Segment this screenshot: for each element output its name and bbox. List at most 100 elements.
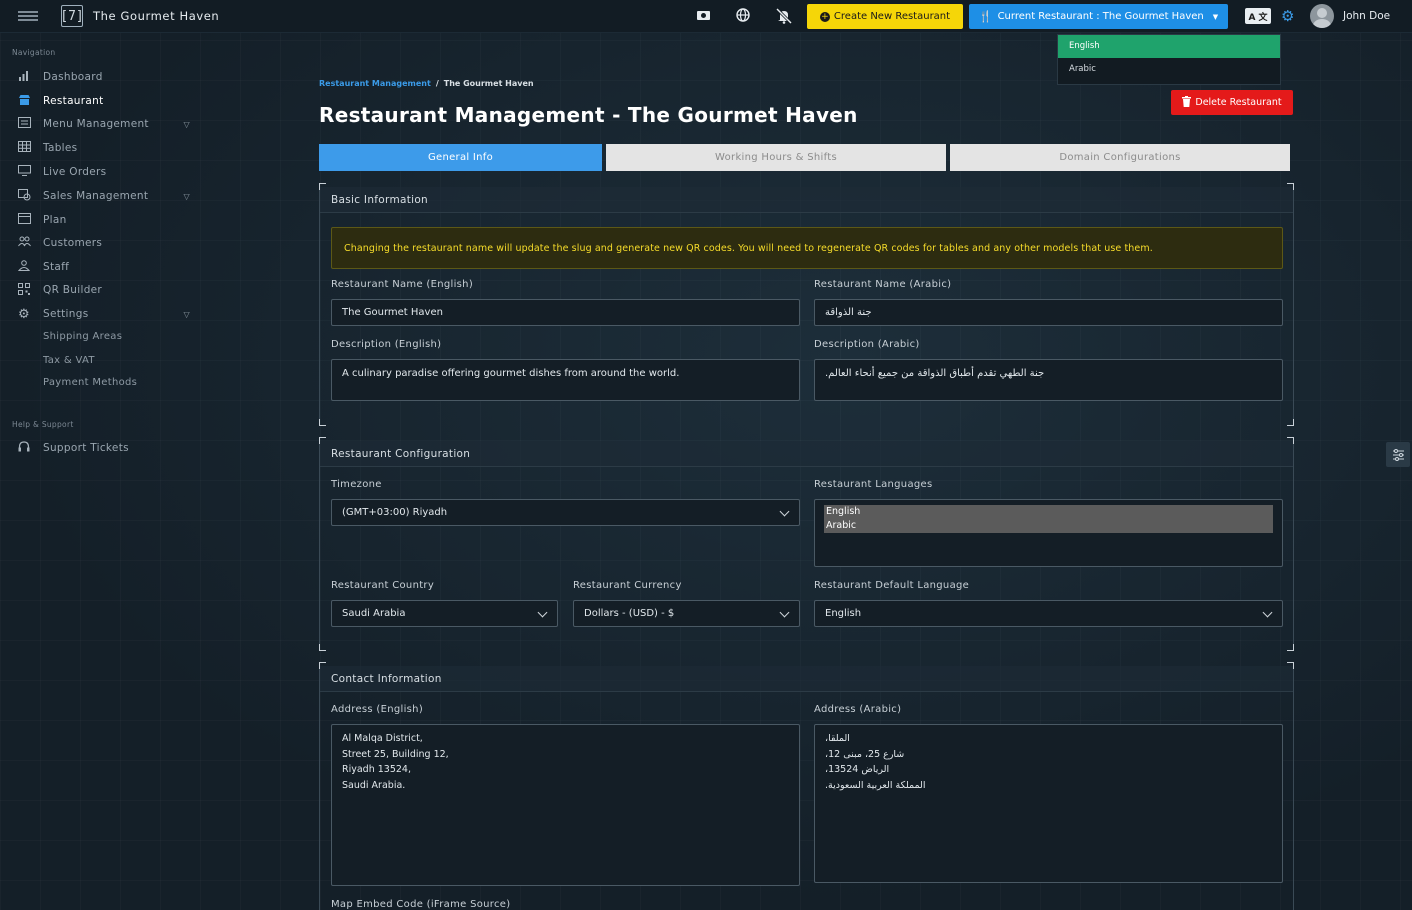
language-option[interactable]: Arabic — [824, 519, 1273, 533]
store-icon — [16, 94, 32, 109]
sidebar-item-label: Restaurant — [43, 95, 104, 107]
currency-value: Dollars - (USD) - $ — [584, 608, 675, 619]
breadcrumb-link[interactable]: Restaurant Management — [319, 79, 431, 88]
create-restaurant-button[interactable]: + Create New Restaurant — [807, 4, 963, 29]
language-option-english[interactable]: English — [1058, 35, 1280, 58]
chevron-down-icon — [1262, 607, 1273, 618]
address-en-label: Address (English) — [331, 704, 424, 715]
calendar-icon — [16, 213, 32, 227]
name-en-label: Restaurant Name (English) — [331, 279, 474, 290]
section-title: Basic Information — [320, 187, 1293, 213]
country-label: Restaurant Country — [331, 580, 435, 591]
sidebar-item-support-tickets[interactable]: Support Tickets — [16, 439, 196, 457]
map-embed-label: Map Embed Code (iFrame Source) — [331, 899, 511, 910]
name-en-input[interactable]: The Gourmet Haven — [331, 299, 800, 326]
create-restaurant-label: Create New Restaurant — [833, 11, 951, 22]
sidebar-item-menu-management[interactable]: Menu Management ▽ — [16, 115, 196, 133]
utensils-icon: 🍴 — [978, 10, 993, 23]
chevron-down-icon[interactable]: ▽ — [184, 120, 190, 129]
delete-restaurant-label: Delete Restaurant — [1195, 97, 1282, 108]
address-en-textarea[interactable]: Al Malqa District, Street 25, Building 1… — [331, 724, 800, 886]
timezone-label: Timezone — [331, 479, 382, 490]
address-ar-textarea[interactable]: الملقا، شارع 25، مبنى 12، الرياض 13524، … — [814, 724, 1283, 883]
language-switch-button[interactable]: A 文 — [1245, 8, 1271, 24]
default-language-value: English — [825, 608, 862, 619]
sidebar-item-restaurant[interactable]: Restaurant — [16, 92, 196, 110]
desc-ar-input[interactable]: جنة الطهي تقدم أطباق الذواقة من جميع أنح… — [814, 359, 1283, 401]
sidebar-item-dashboard[interactable]: Dashboard — [16, 68, 196, 86]
tab-domain-configurations[interactable]: Domain Configurations — [950, 144, 1290, 171]
brand-logo: [7] — [60, 5, 84, 27]
sidebar-item-settings[interactable]: ⚙ Settings ▽ — [16, 305, 196, 323]
bell-off-icon[interactable] — [775, 7, 793, 26]
user-name[interactable]: John Doe — [1343, 10, 1390, 22]
sidebar-item-label: Menu Management — [43, 118, 149, 130]
sidebar-item-label: Live Orders — [43, 166, 107, 178]
delete-restaurant-button[interactable]: Delete Restaurant — [1171, 90, 1293, 115]
sidebar-item-label: QR Builder — [43, 284, 103, 296]
address-line: شارع 25، مبنى 12، — [825, 748, 905, 760]
bar-chart-icon — [16, 70, 32, 84]
trash-icon — [1182, 95, 1192, 110]
chevron-down-icon — [779, 607, 790, 618]
currency-select[interactable]: Dollars - (USD) - $ — [573, 600, 800, 627]
sidebar-item-qr-builder[interactable]: QR Builder — [16, 281, 196, 299]
hamburger-menu-icon[interactable] — [18, 11, 38, 21]
sidebar-item-live-orders[interactable]: Live Orders — [16, 163, 196, 181]
sliders-icon[interactable] — [1386, 442, 1410, 467]
tab-general-info[interactable]: General Info — [319, 144, 602, 171]
name-ar-label: Restaurant Name (Arabic) — [814, 279, 952, 290]
camera-icon[interactable] — [694, 8, 712, 26]
monitor-icon — [16, 165, 32, 179]
sidebar-item-label: Tables — [43, 142, 78, 154]
globe-icon[interactable] — [734, 8, 752, 26]
current-restaurant-dropdown[interactable]: 🍴 Current Restaurant : The Gourmet Haven… — [969, 4, 1228, 29]
sidebar-item-label: Support Tickets — [43, 442, 129, 454]
sidebar: Navigation Dashboard Restaurant Menu Man… — [0, 34, 210, 910]
sidebar-item-plan[interactable]: Plan — [16, 211, 196, 229]
top-bar: [7] The Gourmet Haven + Create New Resta… — [0, 0, 1412, 33]
language-menu: English Arabic — [1057, 34, 1281, 85]
table-grid-icon — [16, 141, 32, 155]
breadcrumb-separator: / — [435, 79, 439, 88]
desc-en-input[interactable]: A culinary paradise offering gourmet dis… — [331, 359, 800, 401]
basic-information-section: Basic Information Changing the restauran… — [319, 183, 1294, 426]
sidebar-sub-item-payment-methods[interactable]: Payment Methods — [43, 377, 137, 388]
address-line: الملقا، — [825, 733, 850, 744]
address-line: Street 25, Building 12, — [342, 748, 449, 760]
qr-icon — [16, 282, 32, 298]
chevron-down-icon[interactable]: ▽ — [184, 192, 190, 201]
sidebar-sub-item-shipping-areas[interactable]: Shipping Areas — [43, 331, 122, 342]
avatar[interactable] — [1310, 4, 1334, 28]
chevron-down-icon[interactable]: ▽ — [184, 310, 190, 319]
desc-ar-label: Description (Arabic) — [814, 339, 920, 350]
language-option[interactable]: English — [824, 505, 1273, 519]
sidebar-item-customers[interactable]: Customers — [16, 234, 196, 252]
restaurant-configuration-section: Restaurant Configuration Timezone (GMT+0… — [319, 437, 1294, 651]
sidebar-item-sales-management[interactable]: Sales Management ▽ — [16, 187, 196, 205]
section-title: Contact Information — [320, 666, 1293, 692]
sidebar-item-label: Settings — [43, 308, 89, 320]
gear-icon[interactable]: ⚙ — [1281, 7, 1294, 25]
sidebar-item-label: Customers — [43, 237, 103, 249]
timezone-value: (GMT+03:00) Riyadh — [342, 507, 448, 518]
brand-name: The Gourmet Haven — [93, 9, 220, 23]
name-ar-input[interactable]: جنة الذواقة — [814, 299, 1283, 326]
tab-working-hours[interactable]: Working Hours & Shifts — [606, 144, 946, 171]
country-select[interactable]: Saudi Arabia — [331, 600, 558, 627]
address-line: Saudi Arabia. — [342, 779, 406, 791]
address-ar-label: Address (Arabic) — [814, 704, 902, 715]
sidebar-sub-item-tax-vat[interactable]: Tax & VAT — [43, 355, 95, 366]
headset-icon — [16, 440, 32, 456]
sidebar-item-staff[interactable]: Staff — [16, 258, 196, 276]
timezone-select[interactable]: (GMT+03:00) Riyadh — [331, 499, 800, 526]
chevron-down-icon — [537, 607, 548, 618]
languages-multiselect[interactable]: English Arabic — [814, 499, 1283, 567]
currency-label: Restaurant Currency — [573, 580, 682, 591]
language-option-arabic[interactable]: Arabic — [1058, 58, 1280, 81]
nav-heading: Navigation — [12, 48, 56, 57]
default-language-select[interactable]: English — [814, 600, 1283, 627]
address-line: الرياض 13524، — [825, 764, 890, 775]
chevron-down-icon — [779, 506, 790, 517]
sidebar-item-tables[interactable]: Tables — [16, 139, 196, 157]
